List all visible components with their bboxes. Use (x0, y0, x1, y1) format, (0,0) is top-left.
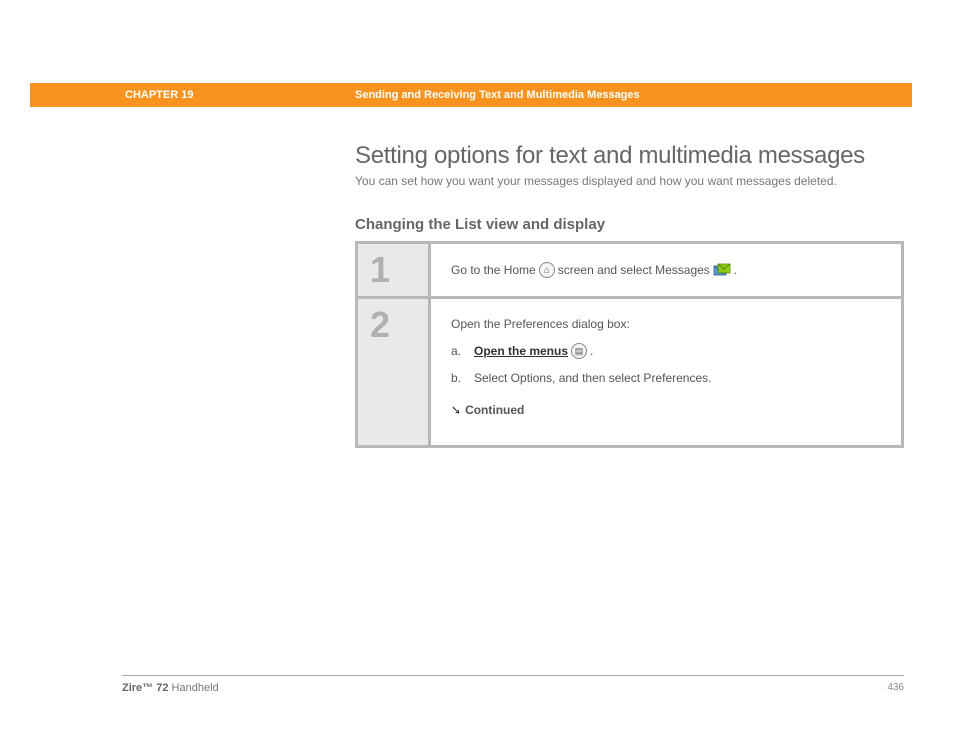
step-row: 1 Go to the Home ⌂ screen and select Mes… (358, 244, 901, 296)
step-row: 2 Open the Preferences dialog box: a. Op… (358, 299, 901, 445)
step-text: . (734, 263, 737, 277)
step-text: Go to the Home (451, 263, 536, 277)
step-intro: Open the Preferences dialog box: (451, 317, 881, 331)
messages-icon (713, 263, 731, 277)
step-content: Open the Preferences dialog box: a. Open… (431, 299, 901, 445)
subsection-title: Changing the List view and display (355, 216, 904, 233)
continued-arrow-icon: ➘ (451, 403, 461, 417)
step-number-cell: 1 (358, 244, 428, 296)
step-number-cell: 2 (358, 299, 428, 445)
steps-table: 1 Go to the Home ⌂ screen and select Mes… (355, 241, 904, 448)
chapter-number: CHAPTER 19 (125, 89, 355, 101)
substep-letter: b. (451, 371, 465, 385)
substep-text: Select Options, and then select Preferen… (474, 371, 711, 385)
section-subtitle: You can set how you want your messages d… (355, 174, 904, 188)
step-number: 2 (370, 307, 390, 343)
substep-letter: a. (451, 344, 465, 358)
step-text: screen and select Messages (558, 263, 710, 277)
continued-label: Continued (465, 403, 524, 417)
footer-product-bold: Zire™ 72 (122, 682, 168, 694)
footer-product: Zire™ 72 Handheld (122, 682, 219, 694)
continued-row: ➘ Continued (451, 403, 881, 417)
section-title: Setting options for text and multimedia … (355, 142, 904, 170)
page-footer: Zire™ 72 Handheld 436 (122, 675, 904, 694)
chapter-header: CHAPTER 19 Sending and Receiving Text an… (30, 83, 912, 107)
step-number: 1 (370, 252, 390, 288)
footer-product-rest: Handheld (172, 682, 219, 694)
substep-a: a. Open the menus ▤ . (451, 343, 881, 359)
substep-text: . (590, 344, 593, 358)
main-content: Setting options for text and multimedia … (355, 142, 904, 448)
substep-b: b. Select Options, and then select Prefe… (451, 371, 881, 385)
chapter-title: Sending and Receiving Text and Multimedi… (355, 89, 912, 101)
open-menus-link[interactable]: Open the menus (474, 344, 568, 358)
footer-page-number: 436 (887, 682, 904, 694)
step-text-line: Go to the Home ⌂ screen and select Messa… (451, 262, 881, 278)
step-content: Go to the Home ⌂ screen and select Messa… (431, 244, 901, 296)
home-icon: ⌂ (539, 262, 555, 278)
menu-icon: ▤ (571, 343, 587, 359)
